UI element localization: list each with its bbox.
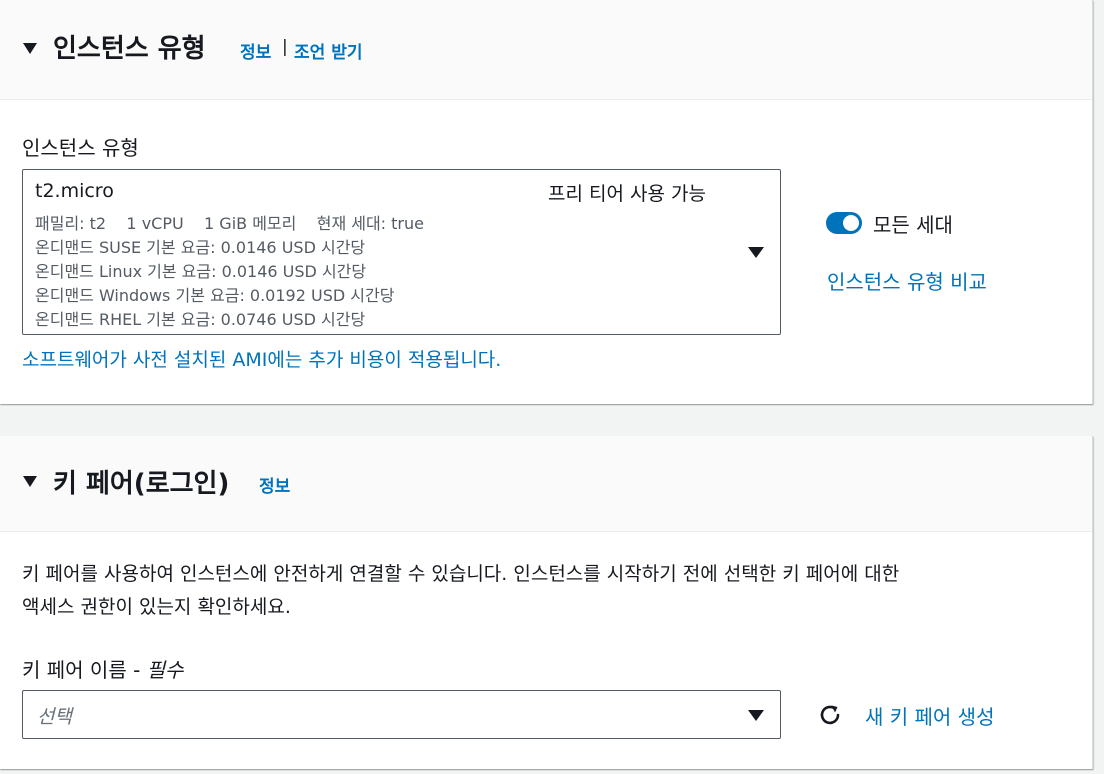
instance-name: t2.micro (35, 180, 114, 202)
instance-detail-rhel-price: 온디맨드 RHEL 기본 요금: 0.0746 USD 시간당 (35, 310, 366, 329)
key-pair-description-line1: 키 페어를 사용하여 인스턴스에 안전하게 연결할 수 있습니다. 인스턴스를 … (22, 563, 900, 585)
key-pair-header: 키 페어(로그인) 정보 (0, 436, 1092, 532)
free-tier-label: 프리 티어 사용 가능 (548, 183, 706, 205)
instance-type-header: 인스턴스 유형 정보 | 조언 받기 (0, 0, 1092, 100)
instance-detail-windows-price: 온디맨드 Windows 기본 요금: 0.0192 USD 시간당 (35, 286, 395, 305)
link-separator: | (282, 37, 288, 57)
toggle-knob (843, 215, 859, 231)
required-label: 필수 (146, 658, 184, 682)
all-generations-label: 모든 세대 (873, 213, 953, 237)
create-key-pair-link[interactable]: 새 키 페어 생성 (865, 701, 994, 730)
all-generations-toggle[interactable] (826, 212, 862, 234)
key-pair-description-line2: 액세스 권한이 있는지 확인하세요. (22, 596, 291, 618)
instance-type-info-link[interactable]: 정보 (240, 38, 271, 63)
instance-type-field-label: 인스턴스 유형 (22, 136, 139, 160)
key-pair-select-placeholder: 선택 (37, 706, 72, 728)
key-pair-panel: 키 페어(로그인) 정보 키 페어를 사용하여 인스턴스에 안전하게 연결할 수… (0, 436, 1093, 769)
key-pair-info-link[interactable]: 정보 (259, 472, 290, 497)
instance-detail-family: 패밀리: t2 1 vCPU 1 GiB 메모리 현재 세대: true (35, 214, 424, 233)
refresh-icon[interactable] (817, 702, 843, 728)
key-pair-name-label: 키 페어 이름 - 필수 (22, 654, 183, 683)
collapse-caret-icon[interactable] (23, 476, 37, 487)
key-pair-select[interactable]: 선택 (22, 690, 781, 739)
instance-type-select[interactable]: t2.micro 프리 티어 사용 가능 패밀리: t2 1 vCPU 1 Gi… (22, 169, 781, 335)
instance-detail-suse-price: 온디맨드 SUSE 기본 요금: 0.0146 USD 시간당 (35, 238, 366, 257)
chevron-down-icon (748, 710, 764, 721)
chevron-down-icon (748, 247, 764, 258)
compare-instance-types-link[interactable]: 인스턴스 유형 비교 (827, 266, 987, 295)
instance-type-title: 인스턴스 유형 (53, 34, 206, 64)
key-pair-title: 키 페어(로그인) (53, 469, 230, 499)
advice-link[interactable]: 조언 받기 (294, 38, 362, 63)
collapse-caret-icon[interactable] (23, 43, 37, 54)
instance-type-panel: 인스턴스 유형 정보 | 조언 받기 인스턴스 유형 t2.micro 프리 티… (0, 0, 1093, 404)
key-pair-name-label-text: 키 페어 이름 - (22, 658, 147, 682)
instance-detail-linux-price: 온디맨드 Linux 기본 요금: 0.0146 USD 시간당 (35, 262, 367, 281)
ami-cost-note-link[interactable]: 소프트웨어가 사전 설치된 AMI에는 추가 비용이 적용됩니다. (22, 345, 501, 372)
